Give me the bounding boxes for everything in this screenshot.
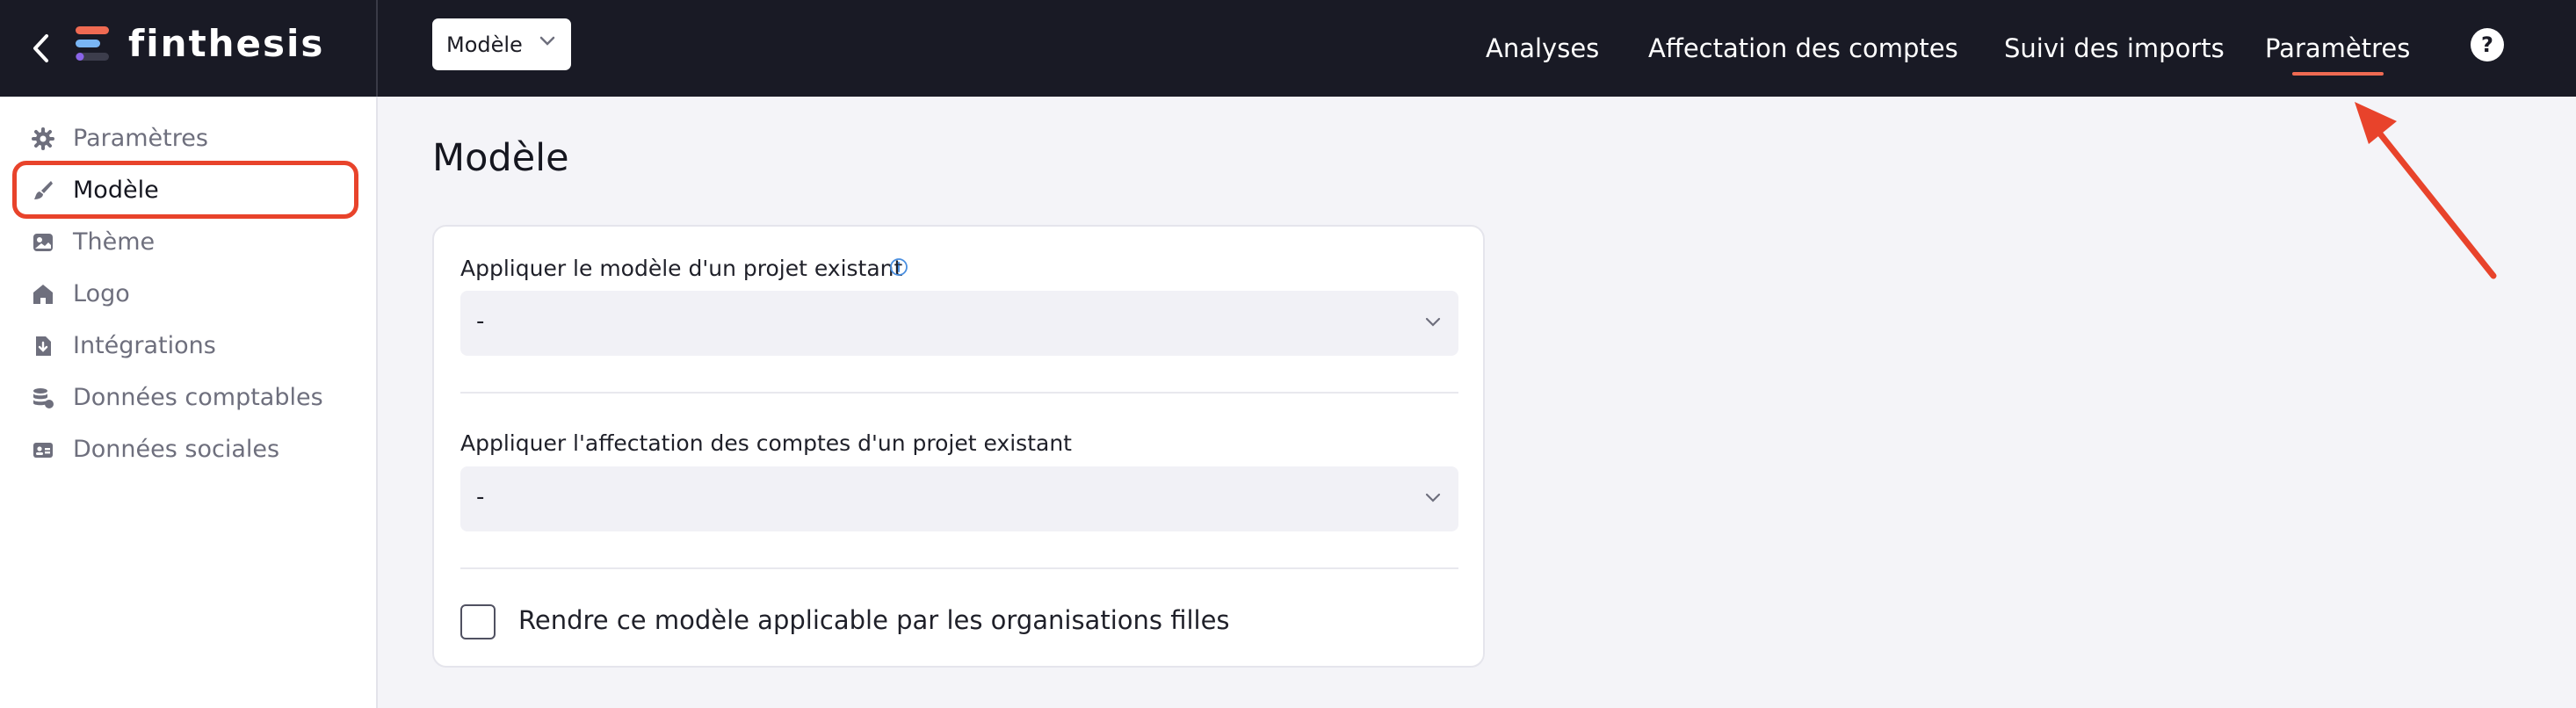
sidebar-item-logo[interactable]: Logo bbox=[12, 269, 355, 318]
page-title: Modèle bbox=[432, 136, 569, 180]
sidebar-item-donnees-sociales[interactable]: Données sociales bbox=[12, 424, 355, 473]
sidebar-item-label: Intégrations bbox=[73, 331, 216, 359]
apply-model-value: - bbox=[476, 308, 485, 335]
apply-model-label: Appliquer le modèle d'un projet existant bbox=[460, 256, 903, 281]
divider bbox=[460, 392, 1458, 394]
home-icon bbox=[33, 285, 53, 304]
chevron-down-icon bbox=[1425, 493, 1441, 502]
child-orgs-checkbox-label: Rendre ce modèle applicable par les orga… bbox=[518, 605, 1230, 635]
sidebar-item-theme[interactable]: Thème bbox=[12, 217, 355, 266]
apply-accounts-value: - bbox=[476, 484, 485, 510]
id-card-icon bbox=[33, 443, 53, 458]
sidebar-item-label: Données sociales bbox=[73, 435, 280, 463]
apply-model-select[interactable]: - bbox=[460, 291, 1458, 356]
settings-card: Appliquer le modèle d'un projet existant… bbox=[432, 225, 1485, 668]
model-dropdown[interactable]: Modèle bbox=[432, 18, 571, 70]
sidebar-item-label: Logo bbox=[73, 279, 130, 307]
chevron-down-icon bbox=[1425, 317, 1441, 327]
top-bar: finthesis Modèle Analyses Affectation de… bbox=[0, 0, 2576, 97]
apply-accounts-label: Appliquer l'affectation des comptes d'un… bbox=[460, 430, 1072, 456]
nav-suivi-des-imports[interactable]: Suivi des imports bbox=[2004, 0, 2225, 97]
sidebar-item-label: Paramètres bbox=[73, 124, 208, 152]
nav-analyses[interactable]: Analyses bbox=[1486, 0, 1599, 97]
sidebar-item-donnees-comptables[interactable]: Données comptables bbox=[12, 372, 355, 422]
apply-accounts-select[interactable]: - bbox=[460, 466, 1458, 531]
active-nav-underline bbox=[2292, 72, 2384, 76]
finthesis-logo-icon bbox=[76, 26, 109, 61]
brand-zone: finthesis bbox=[0, 0, 378, 97]
help-button[interactable]: ? bbox=[2471, 28, 2504, 61]
gear-icon bbox=[32, 127, 54, 150]
download-file-icon bbox=[36, 336, 51, 356]
database-icon bbox=[33, 388, 54, 408]
child-orgs-checkbox[interactable] bbox=[460, 604, 496, 639]
sidebar-item-label: Données comptables bbox=[73, 383, 323, 411]
model-dropdown-label: Modèle bbox=[446, 32, 523, 57]
divider bbox=[460, 567, 1458, 569]
sidebar-item-label: Thème bbox=[73, 228, 156, 256]
highlight-annotation bbox=[12, 161, 358, 219]
sidebar-item-integrations[interactable]: Intégrations bbox=[12, 321, 355, 370]
back-button[interactable] bbox=[19, 26, 63, 70]
nav-parametres[interactable]: Paramètres bbox=[2265, 0, 2410, 97]
annotation-arrow-icon bbox=[2355, 102, 2497, 279]
chevron-down-icon bbox=[539, 36, 555, 46]
chevron-left-icon bbox=[33, 34, 48, 62]
brand-name: finthesis bbox=[128, 22, 325, 65]
info-icon[interactable] bbox=[889, 257, 908, 277]
image-icon bbox=[33, 234, 53, 251]
nav-affectation-des-comptes[interactable]: Affectation des comptes bbox=[1648, 0, 1958, 97]
sidebar-item-parametres[interactable]: Paramètres bbox=[12, 113, 355, 163]
help-icon: ? bbox=[2481, 33, 2493, 57]
